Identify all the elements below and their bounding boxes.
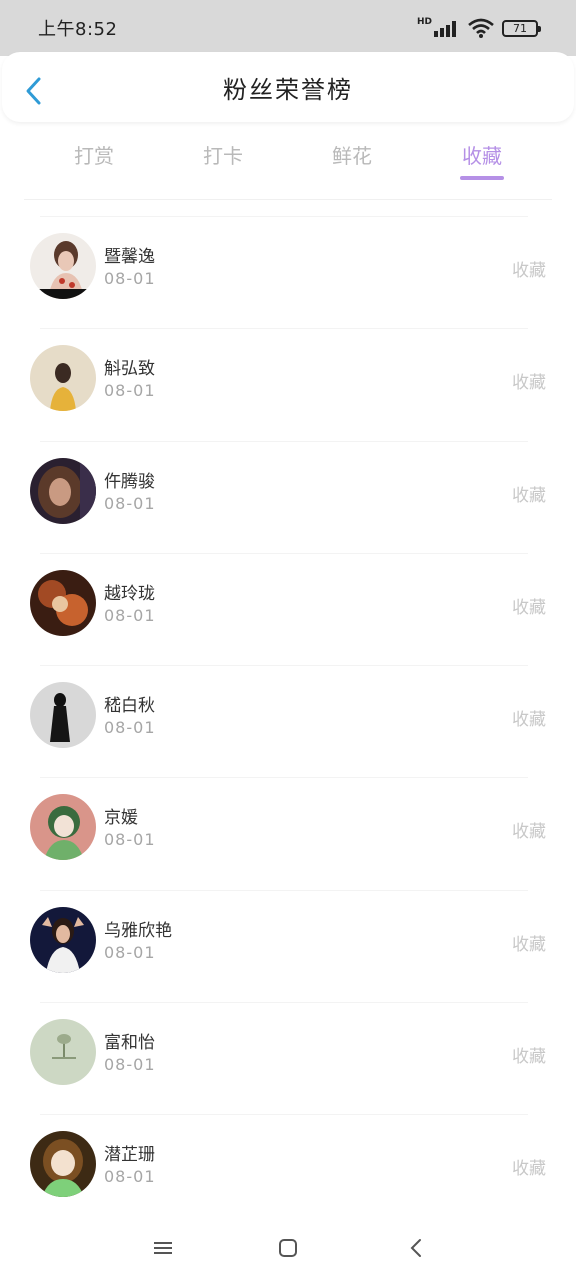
- favorite-label: 收藏: [512, 710, 546, 731]
- wifi-icon: [468, 18, 494, 38]
- system-nav-bar: [0, 1215, 576, 1280]
- fan-name: 京媛: [104, 808, 138, 829]
- row-divider: [40, 552, 528, 554]
- fan-date: 08-01: [104, 942, 156, 962]
- back-arrow-icon[interactable]: [22, 76, 46, 106]
- fan-name: 斛弘致: [104, 359, 155, 380]
- battery-level: 71: [513, 21, 527, 35]
- avatar: [30, 1019, 96, 1086]
- row-divider: [40, 440, 528, 442]
- fan-list: 暨馨逸 08-01 收藏 斛弘致 08-01 收藏 仵腾骏 08-01 收藏 越…: [0, 205, 576, 1216]
- fan-name: 富和怡: [104, 1033, 155, 1054]
- list-item[interactable]: 越玲珑 08-01 收藏: [0, 542, 576, 654]
- row-divider: [40, 328, 528, 330]
- tab-bar: 打赏 打卡 鲜花 收藏: [0, 128, 576, 188]
- avatar: [30, 1131, 96, 1198]
- battery-icon: 71: [502, 19, 541, 37]
- fan-name: 暨馨逸: [104, 247, 155, 267]
- avatar: [30, 682, 96, 749]
- favorite-label: 收藏: [512, 261, 546, 281]
- avatar: [30, 794, 96, 861]
- list-item[interactable]: 京媛 08-01 收藏: [0, 766, 576, 878]
- row-divider: [40, 889, 528, 891]
- row-divider: [40, 216, 528, 217]
- list-item[interactable]: 仵腾骏 08-01 收藏: [0, 430, 576, 542]
- page-title: 粉丝荣誉榜: [223, 75, 353, 104]
- list-item[interactable]: 富和怡 08-01 收藏: [0, 991, 576, 1103]
- avatar: [30, 569, 96, 636]
- status-time: 上午8:52: [38, 19, 118, 40]
- avatar: [30, 906, 96, 973]
- favorite-label: 收藏: [512, 373, 546, 394]
- fan-date: 08-01: [104, 1055, 156, 1075]
- menu-icon[interactable]: [150, 1235, 176, 1261]
- fan-name: 仵腾骏: [104, 471, 155, 492]
- fan-date: 08-01: [104, 381, 156, 401]
- list-item[interactable]: 潜芷珊 08-01 收藏: [0, 1103, 576, 1215]
- avatar: [30, 345, 96, 412]
- fan-date: 08-01: [104, 718, 156, 738]
- fan-date: 08-01: [104, 269, 156, 288]
- fan-date: 08-01: [104, 1167, 156, 1187]
- row-divider: [40, 1002, 528, 1004]
- favorite-label: 收藏: [512, 485, 546, 506]
- row-divider: [40, 1114, 528, 1116]
- avatar: [30, 457, 96, 524]
- row-divider: [40, 777, 528, 779]
- tab-reward[interactable]: 打赏: [54, 140, 134, 169]
- header-bar: 粉丝荣誉榜: [2, 52, 574, 122]
- fan-date: 08-01: [104, 830, 156, 850]
- tab-flowers[interactable]: 鲜花: [312, 140, 392, 169]
- fan-name: 嵇白秋: [104, 696, 155, 717]
- favorite-label: 收藏: [512, 597, 546, 618]
- back-icon[interactable]: [404, 1235, 430, 1261]
- fan-date: 08-01: [104, 493, 156, 513]
- home-icon[interactable]: [275, 1235, 301, 1261]
- tabs-divider: [24, 199, 552, 200]
- tab-favorites[interactable]: 收藏: [442, 140, 522, 169]
- avatar: [30, 233, 96, 299]
- favorite-label: 收藏: [512, 822, 546, 843]
- active-tab-indicator: [460, 176, 504, 180]
- favorite-label: 收藏: [512, 1159, 546, 1180]
- fan-name: 潜芷珊: [104, 1145, 155, 1166]
- list-item[interactable]: 嵇白秋 08-01 收藏: [0, 654, 576, 766]
- favorite-label: 收藏: [512, 934, 546, 955]
- favorite-label: 收藏: [512, 1047, 546, 1068]
- tab-checkin[interactable]: 打卡: [183, 140, 263, 169]
- status-bar: 上午8:52 HD 71: [0, 0, 576, 56]
- list-item[interactable]: 斛弘致 08-01 收藏: [0, 317, 576, 429]
- status-icons: HD 71: [416, 17, 541, 38]
- list-item[interactable]: 乌雅欣艳 08-01 收藏: [0, 879, 576, 991]
- fan-name: 越玲珑: [104, 583, 155, 604]
- hd-indicator: HD: [416, 17, 432, 27]
- signal-icon: [434, 21, 456, 37]
- row-divider: [40, 665, 528, 667]
- fan-date: 08-01: [104, 605, 156, 625]
- fan-name: 乌雅欣艳: [104, 920, 172, 941]
- list-item[interactable]: 暨馨逸 08-01 收藏: [0, 205, 576, 317]
